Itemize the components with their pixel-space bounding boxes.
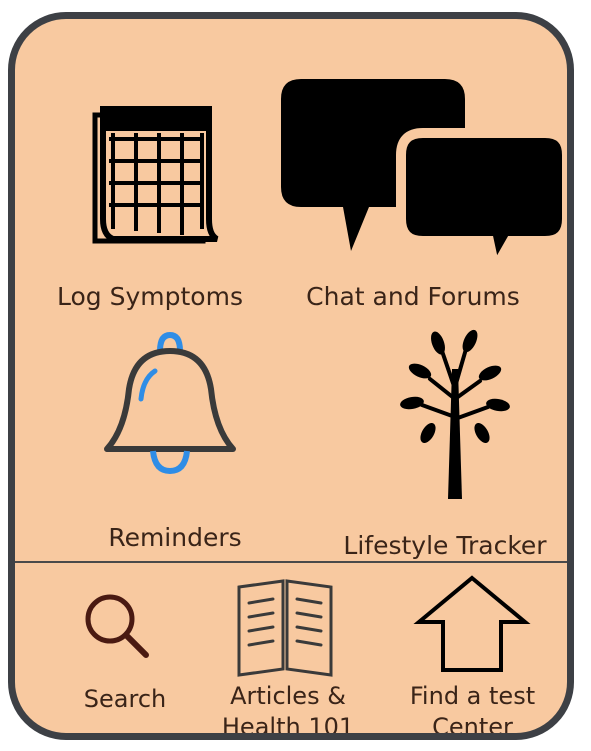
articles-label: Articles & Health 101 — [221, 682, 355, 740]
search-icon — [85, 594, 149, 658]
chat-bubbles-icon — [281, 79, 567, 283]
articles-nav-item[interactable]: Articles & Health 101 — [213, 577, 363, 740]
lifestyle-tracker-tile[interactable]: Lifestyle Tracker — [320, 329, 567, 558]
open-book-icon — [237, 579, 333, 677]
tree-icon — [400, 329, 510, 499]
chat-forums-label: Chat and Forums — [306, 282, 520, 311]
find-test-center-label: Find a test Center — [409, 682, 536, 740]
calendar-icon — [92, 106, 219, 244]
chat-forums-tile[interactable]: Chat and Forums — [273, 79, 567, 324]
bell-icon — [104, 331, 236, 475]
search-label: Search — [83, 685, 167, 713]
lifestyle-tracker-label: Lifestyle Tracker — [343, 531, 547, 560]
find-test-center-nav-item[interactable]: Find a test Center — [385, 574, 560, 740]
reminders-tile[interactable]: Reminders — [75, 329, 275, 554]
house-icon — [413, 575, 531, 672]
reminders-label: Reminders — [108, 523, 242, 552]
search-nav-item[interactable]: Search — [60, 589, 190, 729]
bottom-nav-divider — [15, 561, 567, 563]
log-symptoms-tile[interactable]: Log Symptoms — [35, 99, 265, 319]
phone-frame: Log Symptoms Chat and Forums Reminders L… — [8, 12, 574, 740]
log-symptoms-label: Log Symptoms — [57, 282, 243, 311]
app-screen: Log Symptoms Chat and Forums Reminders L… — [0, 0, 591, 751]
